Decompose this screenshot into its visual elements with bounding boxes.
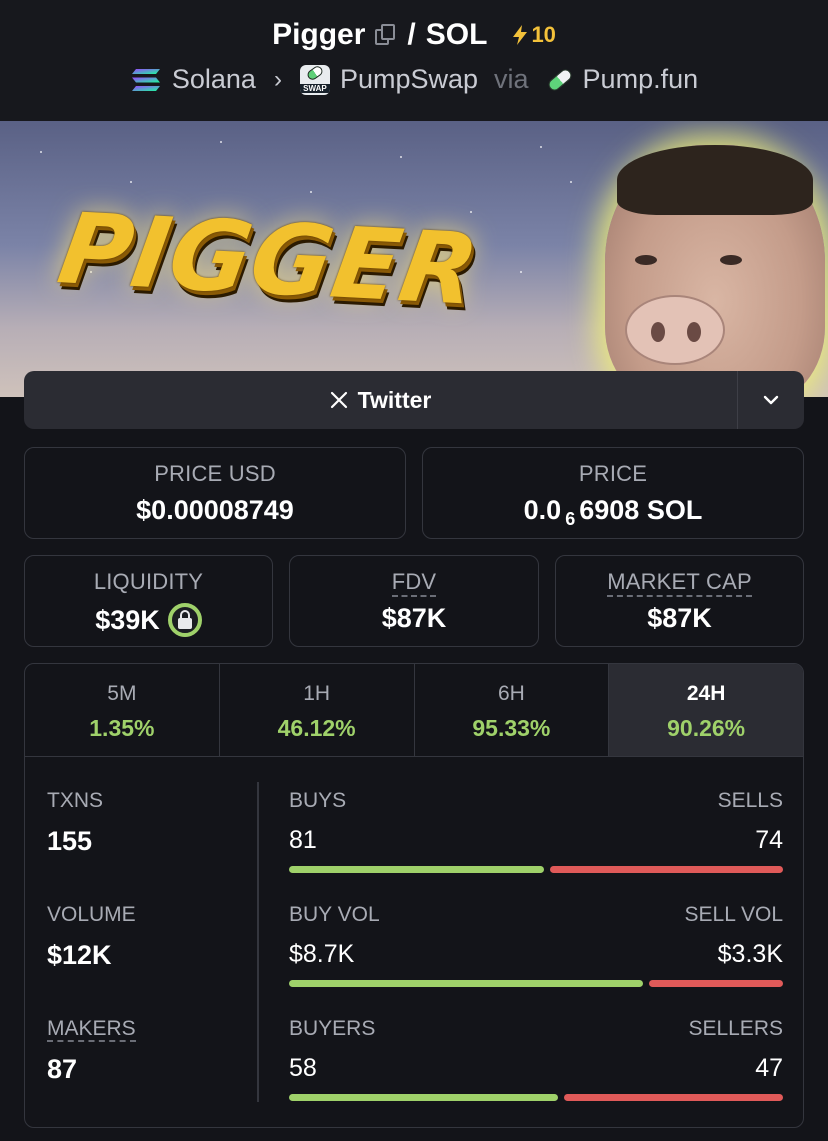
lock-icon[interactable] <box>167 603 202 637</box>
price-usd-value: $0.00008749 <box>136 495 294 525</box>
price-native-card: PRICE 0.0 6 6908 SOL <box>422 447 804 539</box>
change-1h: 46.12% <box>277 715 356 741</box>
change-24h: 90.26% <box>667 715 746 741</box>
market-cap-value: $87K <box>647 603 712 633</box>
buy-vol-bar-fill <box>289 980 643 987</box>
change-6h: 95.33% <box>472 715 551 741</box>
fdv-label[interactable]: FDV <box>391 569 437 597</box>
zero-count-subscript: 6 <box>565 509 576 529</box>
sell-vol-value: $3.3K <box>717 940 783 968</box>
quote-token: SOL <box>425 18 488 51</box>
liquidity-value: $39K <box>95 604 160 635</box>
chevron-right-icon: › <box>273 65 282 93</box>
volume-value: $12K <box>47 940 112 970</box>
token-banner: PIGGER <box>0 121 828 397</box>
via-text: via <box>494 64 529 94</box>
tab-24h[interactable]: 24H 90.26% <box>609 664 803 756</box>
fdv-card: FDV $87K <box>289 555 539 647</box>
buy-vol-value: $8.7K <box>289 940 355 968</box>
change-5m: 1.35% <box>89 715 155 741</box>
token-name: Pigger <box>272 18 366 51</box>
price-usd-card: PRICE USD $0.00008749 <box>24 447 406 539</box>
sells-bar-fill <box>550 866 783 873</box>
price-usd-label: PRICE USD <box>154 461 276 486</box>
buy-sell-volume-bar <box>289 980 783 987</box>
sellers-label: SELLERS <box>688 1017 783 1040</box>
column-divider <box>257 782 259 1102</box>
sellers-value: 47 <box>755 1054 783 1082</box>
breadcrumb: Solana › SWAP PumpSwap via Pump.fun <box>0 64 828 95</box>
market-cap-card: MARKET CAP $87K <box>555 555 804 647</box>
buys-sells-row: BUYS SELLS 81 74 <box>289 789 783 873</box>
fdv-value: $87K <box>381 603 447 633</box>
copy-icon[interactable] <box>375 24 397 46</box>
boost-badge[interactable]: 10 <box>511 22 556 48</box>
liquidity-label: LIQUIDITY <box>93 569 204 594</box>
x-logo-icon <box>330 391 347 409</box>
makers-label[interactable]: MAKERS <box>47 1017 136 1042</box>
tab-1h[interactable]: 1H 46.12% <box>220 664 415 756</box>
pumpswap-icon: SWAP <box>299 64 330 95</box>
launchpad-link[interactable]: Pump.fun <box>583 64 699 95</box>
buy-vol-label: BUY VOL <box>289 903 380 926</box>
makers-value: 87 <box>47 1054 78 1084</box>
txns-label: TXNS <box>47 789 104 812</box>
chain-link[interactable]: Solana <box>172 64 256 95</box>
market-cap-label[interactable]: MARKET CAP <box>607 569 752 597</box>
pair-header: Pigger / SOL 10 Solana › SWAP PumpSwap v… <box>0 0 828 121</box>
volume-stat: VOLUME $12K <box>47 903 136 971</box>
lightning-icon <box>513 25 528 45</box>
banner-logo: PIGGER <box>51 192 487 328</box>
chevron-down-icon <box>763 395 779 405</box>
buyers-bar-fill <box>289 1094 558 1101</box>
txns-value: 155 <box>47 826 93 856</box>
pair-title-row: Pigger / SOL 10 <box>0 18 828 52</box>
socials-bar: Twitter <box>24 371 804 429</box>
timeframe-tabs: 5M 1.35% 1H 46.12% 6H 95.33% 24H 90.26% <box>25 664 803 757</box>
pumpfun-icon <box>545 66 574 94</box>
volume-label: VOLUME <box>47 903 136 926</box>
buyers-label: BUYERS <box>289 1017 376 1040</box>
sells-label: SELLS <box>717 789 783 812</box>
makers-stat: MAKERS 87 <box>47 1017 136 1085</box>
twitter-label: Twitter <box>357 386 432 413</box>
dex-link[interactable]: PumpSwap <box>340 64 478 95</box>
tab-6h[interactable]: 6H 95.33% <box>415 664 610 756</box>
sellers-bar-fill <box>564 1094 783 1101</box>
txns-stat: TXNS 155 <box>47 789 103 857</box>
stats-panel: 5M 1.35% 1H 46.12% 6H 95.33% 24H 90.26% … <box>24 663 804 1128</box>
buys-value: 81 <box>289 826 317 854</box>
sells-value: 74 <box>755 826 783 854</box>
twitter-button[interactable]: Twitter <box>24 371 737 429</box>
buys-sells-bar <box>289 866 783 873</box>
buys-label: BUYS <box>289 789 347 812</box>
buys-bar-fill <box>289 866 544 873</box>
price-native-value: 0.0 6 6908 SOL <box>523 495 703 529</box>
price-native-label: PRICE <box>578 461 648 486</box>
boost-count: 10 <box>531 22 556 47</box>
socials-dropdown-button[interactable] <box>737 371 804 429</box>
tab-5m[interactable]: 5M 1.35% <box>25 664 220 756</box>
buyers-sellers-bar <box>289 1094 783 1101</box>
solana-icon <box>131 68 160 91</box>
pig-image <box>605 145 825 397</box>
liquidity-card: LIQUIDITY $39K <box>24 555 273 647</box>
buyers-value: 58 <box>289 1054 317 1082</box>
sell-vol-bar-fill <box>649 980 783 987</box>
pair-separator: / <box>407 18 416 51</box>
buy-sell-volume-row: BUY VOL SELL VOL $8.7K $3.3K <box>289 903 783 987</box>
sell-vol-label: SELL VOL <box>684 903 783 926</box>
buyers-sellers-row: BUYERS SELLERS 58 47 <box>289 1017 783 1101</box>
